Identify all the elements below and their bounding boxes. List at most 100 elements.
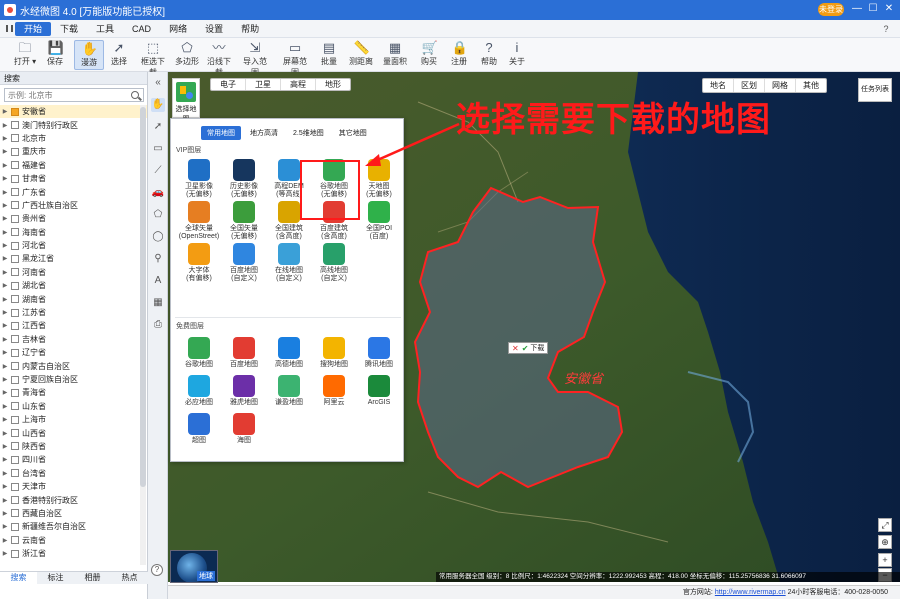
expand-arrow-icon[interactable]: ▶	[0, 296, 10, 303]
help-circle-icon[interactable]: ?	[880, 23, 892, 35]
popup-tab-1[interactable]: 地方高清	[244, 126, 284, 140]
left-tab-1[interactable]: 标注	[37, 572, 74, 584]
expand-arrow-icon[interactable]: ▶	[0, 470, 10, 477]
view-tab-1[interactable]: 卫星	[246, 79, 281, 90]
left-tab-3[interactable]: 热点	[111, 572, 148, 584]
collapse-icon[interactable]: «	[151, 76, 165, 90]
expand-arrow-icon[interactable]: ▶	[0, 430, 10, 437]
region-item[interactable]: ▶ 河南省	[0, 266, 147, 279]
pin-icon[interactable]: ⚲	[151, 252, 165, 266]
toolbar-button-polygon[interactable]: ⬠ 多边形	[172, 40, 202, 70]
map-source-item[interactable]: 全国矢量 (无偏移)	[222, 201, 266, 245]
toolbar-button-import[interactable]: ⇲导入范围	[240, 40, 270, 77]
close-icon[interactable]: ✕	[882, 2, 896, 16]
checkbox[interactable]	[11, 161, 19, 170]
maximize-icon[interactable]: ☐	[866, 2, 880, 16]
view-tab-2[interactable]: 高程	[281, 79, 316, 90]
checkbox[interactable]	[11, 121, 19, 130]
expand-arrow-icon[interactable]: ▶	[0, 175, 10, 182]
help-float-icon[interactable]: ?	[151, 564, 163, 576]
region-item[interactable]: ▶ 福建省	[0, 159, 147, 172]
region-item[interactable]: ▶ 湖北省	[0, 279, 147, 292]
map-source-item[interactable]: 高线地图 (自定义)	[312, 243, 356, 287]
map-source-item[interactable]: 谦盈地图	[267, 375, 311, 419]
region-item[interactable]: ▶ 宁夏回族自治区	[0, 373, 147, 386]
checkbox[interactable]	[11, 388, 19, 397]
expand-arrow-icon[interactable]: ▶	[0, 309, 10, 316]
map-source-item[interactable]: 百度地图 (自定义)	[222, 243, 266, 287]
checkbox[interactable]	[11, 281, 19, 290]
region-item[interactable]: ▶ 内蒙古自治区	[0, 359, 147, 372]
cursor-icon[interactable]: ➚	[151, 120, 165, 134]
view-tab-0[interactable]: 电子	[211, 79, 246, 90]
toolbar-button-polyline[interactable]: 〰沿线下载	[204, 40, 234, 77]
map-source-item[interactable]: ArcGIS	[357, 375, 401, 419]
rect-icon[interactable]: ▭	[151, 142, 165, 156]
expand-arrow-icon[interactable]: ▶	[0, 282, 10, 289]
checkbox[interactable]	[11, 254, 19, 263]
region-item[interactable]: ▶ 吉林省	[0, 333, 147, 346]
checkbox[interactable]	[11, 214, 19, 223]
checkbox[interactable]	[11, 348, 19, 357]
toolbar-button-ruler[interactable]: 📏 测距离	[346, 40, 376, 70]
menu-item-6[interactable]: 帮助	[232, 22, 268, 36]
region-item[interactable]: ▶ 辽宁省	[0, 346, 147, 359]
toolbar-button-screen[interactable]: ▭屏幕范围	[280, 40, 310, 77]
car-icon[interactable]: 🚗	[151, 186, 165, 200]
map-source-item[interactable]: 在线地图 (自定义)	[267, 243, 311, 287]
checkbox[interactable]	[11, 147, 19, 156]
region-item[interactable]: ▶ 四川省	[0, 453, 147, 466]
region-list-scrollbar[interactable]	[140, 105, 146, 565]
menu-item-5[interactable]: 设置	[196, 22, 232, 36]
search-input[interactable]	[4, 88, 144, 102]
checkbox[interactable]	[11, 174, 19, 183]
toolbar-button-info[interactable]: i 关于	[502, 40, 532, 70]
region-item[interactable]: ▶ 云南省	[0, 534, 147, 547]
region-item[interactable]: ▶ 山西省	[0, 426, 147, 439]
toolbar-button-area[interactable]: ▦ 量面积	[380, 40, 410, 70]
expand-arrow-icon[interactable]: ▶	[0, 456, 10, 463]
expand-arrow-icon[interactable]: ▶	[0, 229, 10, 236]
checkbox[interactable]	[11, 228, 19, 237]
checkbox[interactable]	[11, 268, 19, 277]
checkbox[interactable]	[11, 442, 19, 451]
region-item[interactable]: ▶ 陕西省	[0, 440, 147, 453]
checkbox[interactable]	[11, 549, 19, 558]
region-item[interactable]: ▶ 江西省	[0, 319, 147, 332]
checkbox[interactable]	[11, 308, 19, 317]
expand-arrow-icon[interactable]: ▶	[0, 269, 10, 276]
map-source-item[interactable]: 历史影像 (无偏移)	[222, 159, 266, 203]
checkbox[interactable]	[11, 429, 19, 438]
task-list-button[interactable]: 任务列表	[858, 78, 892, 102]
expand-arrow-icon[interactable]: ▶	[0, 255, 10, 262]
expand-arrow-icon[interactable]: ▶	[0, 202, 10, 209]
print-icon[interactable]: ⎙	[151, 318, 165, 332]
checkbox[interactable]	[11, 469, 19, 478]
text-icon[interactable]: A	[151, 274, 165, 288]
zoom-in-icon[interactable]: +	[878, 553, 892, 567]
expand-arrow-icon[interactable]: ▶	[0, 443, 10, 450]
map-source-item[interactable]: 卫星影像 (无偏移)	[177, 159, 221, 203]
checkbox[interactable]	[11, 415, 19, 424]
toolbar-button-hand[interactable]: ✋ 漫游	[74, 40, 104, 70]
toolbar-button-folder[interactable]: 🗀 打开 ▾	[10, 40, 40, 70]
checkbox[interactable]	[11, 482, 19, 491]
search-icon[interactable]	[131, 91, 139, 99]
layer-button-2[interactable]: 网格	[765, 79, 796, 92]
region-item[interactable]: ▶ 香港特别行政区	[0, 493, 147, 506]
checkbox[interactable]	[11, 522, 19, 531]
region-item[interactable]: ▶ 西藏自治区	[0, 507, 147, 520]
toolbar-button-batch[interactable]: ▤ 批量	[314, 40, 344, 70]
expand-arrow-icon[interactable]: ▶	[0, 336, 10, 343]
expand-arrow-icon[interactable]: ▶	[0, 148, 10, 155]
region-item[interactable]: ▶ 黑龙江省	[0, 252, 147, 265]
checkbox[interactable]	[11, 295, 19, 304]
region-item[interactable]: ▶ 安徽省	[0, 105, 147, 119]
expand-arrow-icon[interactable]: ▶	[0, 483, 10, 490]
checkbox[interactable]	[11, 201, 19, 210]
checkbox[interactable]	[11, 455, 19, 464]
checkbox[interactable]	[11, 402, 19, 411]
minimize-icon[interactable]: —	[850, 2, 864, 16]
popup-tab-0[interactable]: 常用地图	[201, 126, 241, 140]
region-item[interactable]: ▶ 天津市	[0, 480, 147, 493]
